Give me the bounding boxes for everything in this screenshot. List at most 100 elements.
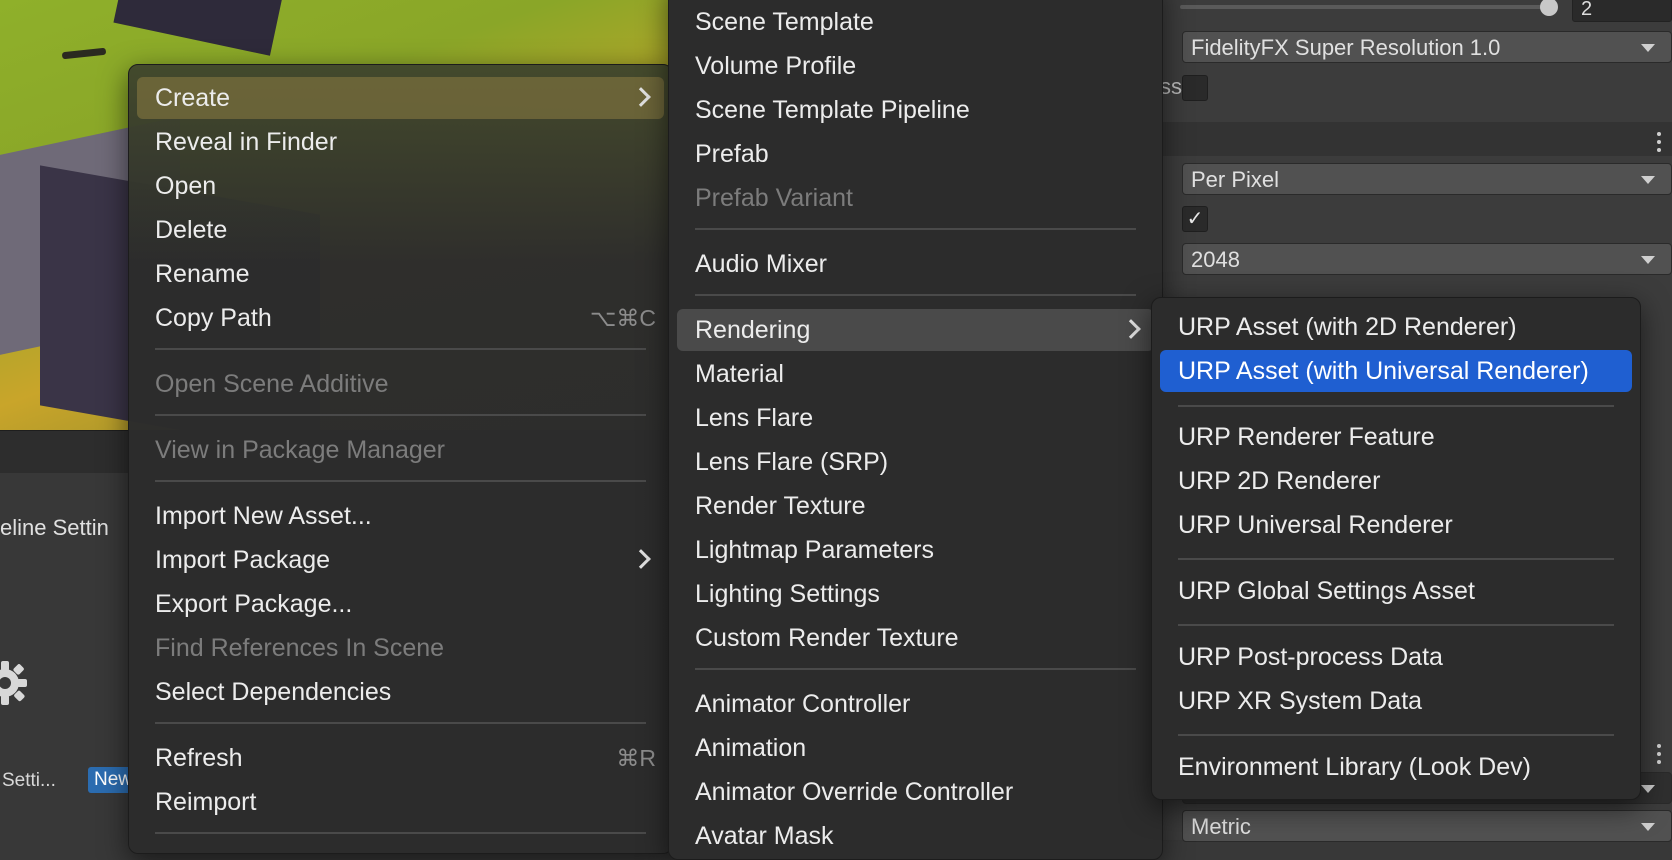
menu-item-label: View in Package Manager (155, 436, 445, 464)
menu-item-urp-asset-2d-renderer[interactable]: URP Asset (with 2D Renderer) (1160, 306, 1632, 348)
menu-item-audio-mixer[interactable]: Audio Mixer (677, 243, 1154, 285)
menu-item-find-references-in-scene: Find References In Scene (137, 627, 664, 669)
menu-item-label: Lens Flare (SRP) (695, 448, 889, 476)
shadow-resolution-dropdown[interactable]: 2048 (1182, 243, 1672, 275)
inspector-section-header (1150, 122, 1672, 156)
menu-separator (155, 348, 646, 350)
menu-item-reveal-in-finder[interactable]: Reveal in Finder (137, 121, 664, 163)
menu-item-urp-universal-renderer[interactable]: URP Universal Renderer (1160, 504, 1632, 546)
menu-item-render-texture[interactable]: Render Texture (677, 485, 1154, 527)
menu-item-scene-template-pipeline[interactable]: Scene Template Pipeline (677, 89, 1154, 131)
menu-item-label: Custom Render Texture (695, 624, 959, 652)
menu-item-label: Open Scene Additive (155, 370, 389, 398)
menu-item-label: Select Dependencies (155, 678, 392, 706)
project-tab-label[interactable]: eline Settin (0, 515, 109, 541)
keyboard-shortcut: ⌥⌘C (589, 305, 656, 331)
menu-item-export-package[interactable]: Export Package... (137, 583, 664, 625)
menu-item-volume-profile[interactable]: Volume Profile (677, 45, 1154, 87)
more-options-icon[interactable] (1656, 130, 1662, 156)
menu-separator (695, 668, 1136, 670)
menu-item-label: Create (155, 84, 231, 112)
menu-item-refresh[interactable]: Refresh ⌘R (137, 737, 664, 779)
menu-item-material[interactable]: Material (677, 353, 1154, 395)
menu-separator (1178, 405, 1614, 407)
menu-item-rendering[interactable]: Rendering (677, 309, 1154, 351)
menu-separator (695, 294, 1136, 296)
scene-object (61, 47, 107, 60)
rendering-submenu: URP Asset (with 2D Renderer) URP Asset (… (1151, 297, 1641, 800)
menu-item-label: Import Package (155, 546, 331, 574)
menu-item-reimport[interactable]: Reimport (137, 781, 664, 823)
menu-item-urp-renderer-feature[interactable]: URP Renderer Feature (1160, 416, 1632, 458)
checkbox[interactable] (1182, 75, 1208, 101)
chevron-right-icon (631, 87, 651, 107)
menu-separator (155, 832, 646, 834)
menu-item-label: Lighting Settings (695, 580, 880, 608)
menu-item-prefab-variant: Prefab Variant (677, 177, 1154, 219)
menu-item-label: Copy Path (155, 304, 272, 332)
menu-item-urp-asset-universal-renderer[interactable]: URP Asset (with Universal Renderer) (1160, 350, 1632, 392)
menu-item-label: Rendering (695, 316, 811, 344)
menu-item-label: Animation (695, 734, 807, 762)
menu-item-animation[interactable]: Animation (677, 727, 1154, 769)
menu-item-label: Rename (155, 260, 250, 288)
unit-dropdown[interactable]: Metric (1182, 810, 1672, 842)
field-label: ss (1160, 74, 1182, 99)
checkbox-checked[interactable]: ✓ (1182, 206, 1208, 232)
menu-item-label: Reveal in Finder (155, 128, 338, 156)
menu-separator (1178, 624, 1614, 626)
menu-item-label: Lightmap Parameters (695, 536, 935, 564)
menu-item-avatar-mask[interactable]: Avatar Mask (677, 815, 1154, 857)
lighting-mode-dropdown[interactable]: Per Pixel (1182, 163, 1672, 195)
menu-item-create[interactable]: Create (137, 77, 664, 119)
chevron-right-icon (631, 549, 651, 569)
menu-item-label: Open (155, 172, 217, 200)
menu-item-lighting-settings[interactable]: Lighting Settings (677, 573, 1154, 615)
menu-item-animator-controller[interactable]: Animator Controller (677, 683, 1154, 725)
gear-icon (0, 661, 27, 705)
menu-item-label: Avatar Mask (695, 822, 834, 850)
menu-item-label: URP Post-process Data (1178, 643, 1443, 671)
menu-item-scene-template[interactable]: Scene Template (677, 1, 1154, 43)
create-submenu: Scene Template Volume Profile Scene Temp… (668, 0, 1163, 860)
menu-item-label: URP Asset (with 2D Renderer) (1178, 313, 1517, 341)
menu-item-prefab[interactable]: Prefab (677, 133, 1154, 175)
menu-item-label: Refresh (155, 744, 243, 772)
menu-item-rename[interactable]: Rename (137, 253, 664, 295)
menu-item-urp-xr-system-data[interactable]: URP XR System Data (1160, 680, 1632, 722)
menu-separator (1178, 734, 1614, 736)
menu-item-label: Scene Template (695, 8, 874, 36)
menu-item-label: Lens Flare (695, 404, 814, 432)
menu-item-environment-library[interactable]: Environment Library (Look Dev) (1160, 746, 1632, 788)
menu-item-label: URP Universal Renderer (1178, 511, 1453, 539)
menu-item-lightmap-parameters[interactable]: Lightmap Parameters (677, 529, 1154, 571)
menu-item-urp-2d-renderer[interactable]: URP 2D Renderer (1160, 460, 1632, 502)
menu-item-label: Find References In Scene (155, 634, 445, 662)
menu-item-label: Reimport (155, 788, 257, 816)
menu-item-copy-path[interactable]: Copy Path ⌥⌘C (137, 297, 664, 339)
menu-item-label: Render Texture (695, 492, 866, 520)
menu-item-open[interactable]: Open (137, 165, 664, 207)
upscaling-filter-dropdown[interactable]: FidelityFX Super Resolution 1.0 (1182, 31, 1672, 63)
menu-item-label: Volume Profile (695, 52, 857, 80)
menu-item-select-dependencies[interactable]: Select Dependencies (137, 671, 664, 713)
menu-item-label: Import New Asset... (155, 502, 372, 530)
menu-separator (155, 414, 646, 416)
menu-item-urp-global-settings-asset[interactable]: URP Global Settings Asset (1160, 570, 1632, 612)
menu-item-lens-flare[interactable]: Lens Flare (677, 397, 1154, 439)
menu-item-lens-flare-srp[interactable]: Lens Flare (SRP) (677, 441, 1154, 483)
scene-rock (113, 0, 287, 56)
more-options-icon[interactable] (1656, 742, 1662, 768)
menu-item-delete[interactable]: Delete (137, 209, 664, 251)
menu-item-import-package[interactable]: Import Package (137, 539, 664, 581)
menu-item-label: Material (695, 360, 784, 388)
menu-item-custom-render-texture[interactable]: Custom Render Texture (677, 617, 1154, 659)
render-scale-slider[interactable] (1180, 5, 1550, 9)
menu-item-label: Prefab (695, 140, 769, 168)
menu-item-urp-post-process-data[interactable]: URP Post-process Data (1160, 636, 1632, 678)
asset-label[interactable]: Setti... (2, 770, 56, 792)
menu-item-open-scene-additive: Open Scene Additive (137, 363, 664, 405)
number-field[interactable]: 2 (1572, 0, 1672, 22)
menu-item-import-new-asset[interactable]: Import New Asset... (137, 495, 664, 537)
menu-item-animator-override-controller[interactable]: Animator Override Controller (677, 771, 1154, 813)
